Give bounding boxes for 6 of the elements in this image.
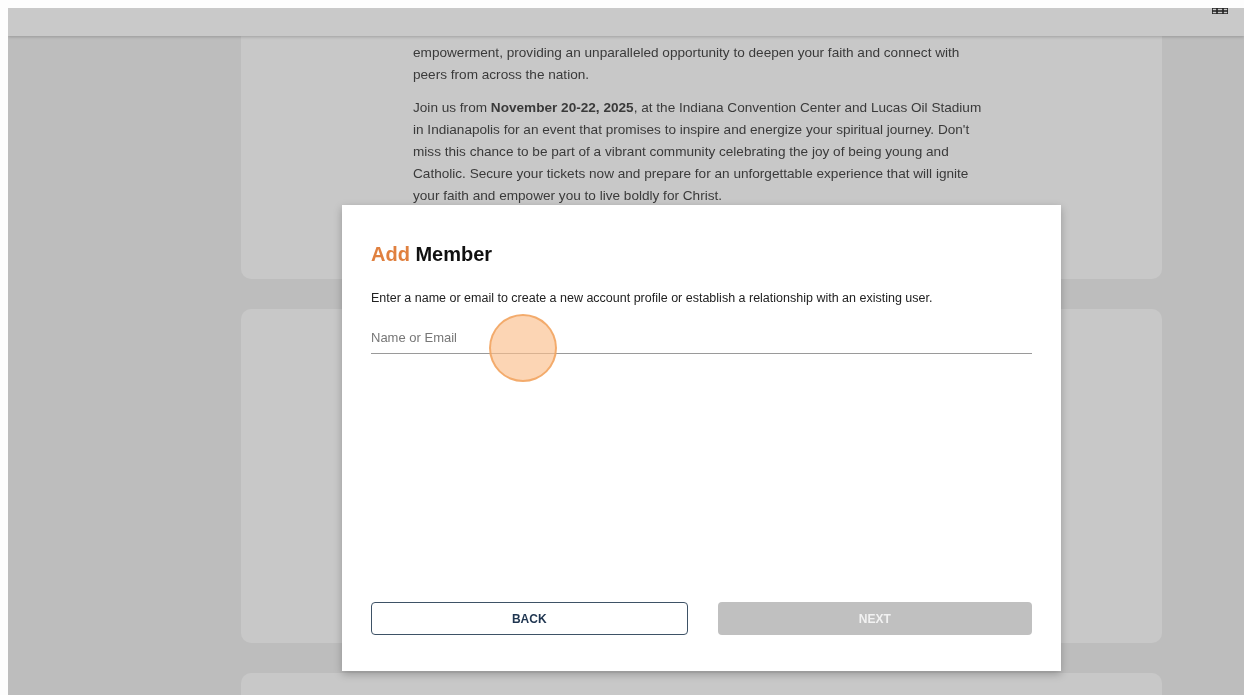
grid-icon[interactable] xyxy=(1212,8,1228,14)
dialog-title: Add Member xyxy=(371,243,494,266)
back-button[interactable]: BACK xyxy=(371,602,688,635)
event-description: empowerment, providing an unparalleled opportunity to deepen your faith and connect with peers from across the nation. xyxy=(413,44,961,84)
dialog-description: Enter a name or email to create a new account profile or establish a relationship with an existing user. xyxy=(371,291,934,305)
event-description: Join us from November 20-22, 2025, at the Indiana Convention Center and Lucas Oil Stadium in Indianapolis for an event that promises to inspire and energize your spiritual journey. Don't miss this chance to be part of a vibrant community celebrating the joy of being young and Catholic. Secure your tickets now and prepare for an unforgettable experience that will ignite your faith and empower you to live boldly for Christ. xyxy=(413,99,983,205)
